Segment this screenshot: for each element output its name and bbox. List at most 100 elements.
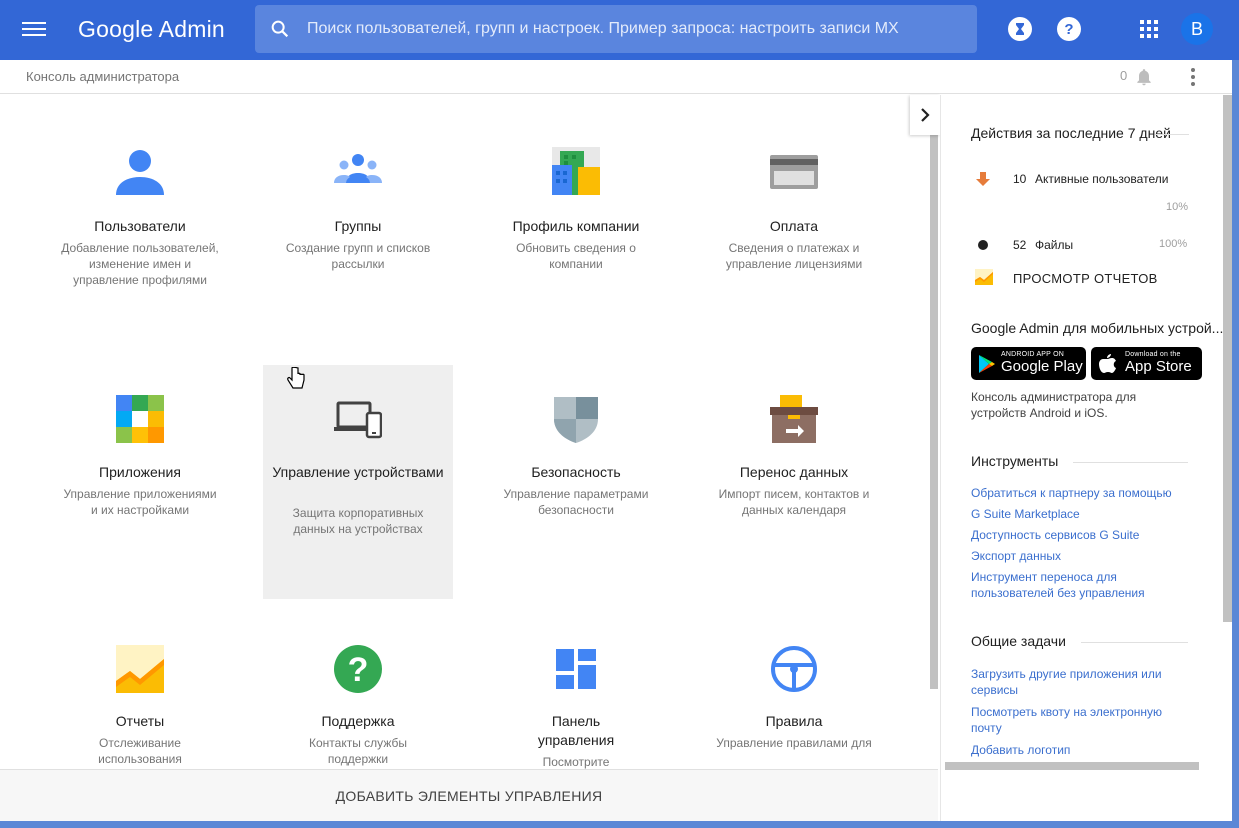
tools-title: Инструменты [971, 453, 1059, 469]
shield-icon [554, 397, 598, 443]
credit-card-icon [770, 155, 818, 189]
tile-title: Профиль компании [512, 218, 640, 234]
svg-text:?: ? [1064, 21, 1073, 38]
tool-link-partner[interactable]: Обратиться к партнеру за помощью [971, 485, 1201, 501]
bell-icon[interactable] [1134, 67, 1154, 87]
task-link-quota[interactable]: Посмотреть квоту на электронную почту [971, 704, 1181, 736]
search-icon[interactable] [269, 18, 291, 40]
tile-description: Сведения о платежах и управление лицензи… [725, 241, 863, 271]
hourglass-icon[interactable] [1008, 17, 1032, 41]
task-link-upload-apps[interactable]: Загрузить другие приложения или сервисы [971, 666, 1181, 698]
right-side-panel: Действия за последние 7 дней 10 Активные… [940, 95, 1232, 821]
main-scrollbar[interactable] [930, 95, 938, 689]
search-input[interactable] [307, 5, 967, 53]
chevron-right-icon [921, 108, 930, 122]
tile-title: Безопасность [531, 464, 621, 480]
person-icon [116, 150, 164, 195]
tile-rules[interactable]: Правила Управление правилами для [699, 615, 889, 769]
google-play-badge[interactable]: ANDROID APP ON Google Play [971, 347, 1086, 380]
mobile-description: Консоль администратора для устройств And… [971, 390, 1137, 420]
tile-apps[interactable]: Приложения Управление приложениями и их … [45, 365, 235, 599]
steering-wheel-icon [771, 646, 817, 692]
group-icon [334, 154, 382, 183]
tool-link-migration[interactable]: Инструмент переноса для пользователей бе… [971, 569, 1171, 601]
window-frame-bottom [0, 821, 1239, 828]
badge-big-text: Google Play [1001, 358, 1083, 375]
building-icon [552, 147, 600, 195]
tile-description: Управление правилами для [716, 736, 872, 750]
tile-description: Управление параметрами безопасности [503, 487, 649, 517]
notification-count: 0 [1120, 68, 1128, 83]
tile-users[interactable]: Пользователи Добавление пользователей, и… [45, 125, 235, 335]
avatar[interactable]: B [1181, 13, 1213, 45]
apple-icon [1099, 354, 1116, 373]
tile-description: Создание групп и списков рассылки [285, 241, 431, 271]
breadcrumb[interactable]: Консоль администратора [26, 69, 179, 84]
devices-icon [334, 401, 382, 439]
migration-box-icon [770, 395, 818, 443]
tile-title: Пользователи [94, 218, 186, 234]
files-count: 52 [1013, 238, 1027, 252]
right-panel-horizontal-scrollbar[interactable] [945, 762, 1199, 770]
hand-cursor-icon [287, 367, 305, 389]
tile-description: Контакты службы поддержки [309, 736, 407, 766]
tile-data-migration[interactable]: Перенос данных Импорт писем, контактов и… [699, 365, 889, 599]
tile-title: Поддержка [321, 713, 395, 729]
apps-grid-icon [116, 395, 164, 443]
more-vert-icon[interactable] [1190, 67, 1196, 87]
tile-dashboard[interactable]: Панель управления Посмотрите [481, 615, 671, 769]
tile-support[interactable]: ? Поддержка Контакты службы поддержки [263, 615, 453, 769]
reports-chart-icon [975, 269, 993, 285]
search-bar[interactable] [255, 5, 977, 53]
tile-description: Обновить сведения о компании [516, 241, 636, 271]
tile-device-management[interactable]: Управление устройствами Защита корпорати… [263, 365, 453, 599]
sub-header: Консоль администратора 0 [0, 60, 1239, 94]
active-users-count: 10 [1013, 172, 1027, 186]
tile-description: Управление приложениями и их настройками [63, 487, 217, 517]
divider [1073, 462, 1188, 463]
divider [1155, 134, 1189, 135]
badge-small-text: Download on the [1125, 351, 1181, 358]
tile-title: Приложения [99, 464, 181, 480]
dashboard-icon [556, 649, 596, 689]
arrow-down-icon [976, 172, 990, 186]
window-frame-right [1232, 60, 1239, 828]
tool-link-export[interactable]: Экспорт данных [971, 548, 1201, 564]
top-app-bar: Google Admin ? B [0, 0, 1239, 60]
tile-title: Отчеты [115, 713, 165, 729]
tile-company-profile[interactable]: Профиль компании Обновить сведения о ком… [481, 125, 671, 335]
view-reports-link[interactable]: ПРОСМОТР ОТЧЕТОВ [1013, 271, 1158, 286]
badge-big-text: App Store [1125, 358, 1192, 375]
tile-description: Защита корпоративных данных на устройств… [292, 506, 424, 536]
apps-launcher-icon[interactable] [1137, 17, 1161, 41]
tile-security[interactable]: Безопасность Управление параметрами безо… [481, 365, 671, 599]
tile-reports[interactable]: Отчеты Отслеживание использования [45, 615, 235, 769]
tile-title: Оплата [769, 218, 819, 234]
tool-link-marketplace[interactable]: G Suite Marketplace [971, 506, 1201, 522]
task-link-logo[interactable]: Добавить логотип [971, 742, 1181, 758]
admin-tiles-grid: Пользователи Добавление пользователей, и… [0, 95, 930, 769]
tile-title: Управление устройствами [272, 464, 444, 480]
tile-title: Перенос данных [739, 464, 849, 480]
badge-small-text: ANDROID APP ON [1001, 351, 1064, 358]
collapse-panel-button[interactable] [910, 95, 940, 135]
active-users-label: Активные пользователи [1035, 172, 1169, 186]
right-panel-scrollbar[interactable] [1223, 95, 1232, 622]
hamburger-menu-icon[interactable] [22, 19, 46, 41]
tile-title: Группы [334, 218, 382, 234]
active-users-pct: 10% [1166, 201, 1189, 213]
tile-description: Добавление пользователей, изменение имен… [61, 241, 219, 287]
svg-text:?: ? [348, 651, 369, 689]
tile-groups[interactable]: Группы Создание групп и списков рассылки [263, 125, 453, 335]
mobile-title: Google Admin для мобильных устрой... [971, 320, 1224, 336]
tile-description: Посмотрите [542, 755, 610, 769]
tool-link-availability[interactable]: Доступность сервисов G Suite [971, 527, 1201, 543]
app-logo[interactable]: Google Admin [78, 14, 225, 44]
tile-title: Панель управления [537, 713, 615, 748]
app-store-badge[interactable]: Download on the App Store [1091, 347, 1202, 380]
help-icon[interactable]: ? [1057, 17, 1081, 41]
activity-title: Действия за последние 7 дней [971, 125, 1171, 141]
add-controls-button[interactable]: ДОБАВИТЬ ЭЛЕМЕНТЫ УПРАВЛЕНИЯ [0, 769, 938, 821]
files-pct: 100% [1159, 238, 1188, 250]
tile-billing[interactable]: Оплата Сведения о платежах и управление … [699, 125, 889, 335]
